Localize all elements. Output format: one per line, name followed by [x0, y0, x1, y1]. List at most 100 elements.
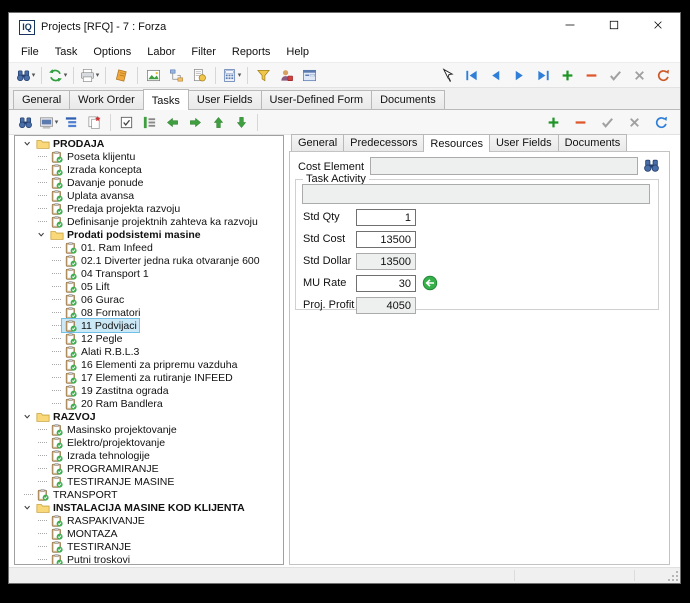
tree-item-08-formatori[interactable]: 08 Formatori — [15, 306, 283, 319]
levels-button[interactable] — [61, 112, 82, 132]
nav-prev-button[interactable] — [485, 65, 506, 85]
cancel-button[interactable] — [624, 112, 645, 132]
main-tab-general[interactable]: General — [13, 90, 70, 109]
menu-item-filter[interactable]: Filter — [183, 43, 223, 61]
calculator-button[interactable]: ▾ — [221, 65, 242, 85]
refresh-blue-button[interactable] — [651, 112, 672, 132]
chevron-down-icon[interactable] — [35, 229, 48, 240]
find-button[interactable] — [15, 112, 36, 132]
indent-button[interactable] — [139, 112, 160, 132]
tree-item-davanje-ponude[interactable]: Davanje ponude — [15, 176, 283, 189]
move-down-button[interactable] — [231, 112, 252, 132]
tree-item-uplata-avansa[interactable]: Uplata avansa — [15, 189, 283, 202]
menu-item-help[interactable]: Help — [278, 43, 317, 61]
menu-item-file[interactable]: File — [13, 43, 47, 61]
detail-tab-resources[interactable]: Resources — [423, 134, 490, 152]
main-tab-user-fields[interactable]: User Fields — [188, 90, 262, 109]
tree-item-putni-troskovi[interactable]: Putni troskovi — [15, 553, 283, 565]
move-left-button[interactable] — [162, 112, 183, 132]
tree-item-testiranje[interactable]: TESTIRANJE — [15, 540, 283, 553]
nav-next-button[interactable] — [509, 65, 530, 85]
tree-item-transport[interactable]: TRANSPORT — [15, 488, 283, 501]
chevron-down-icon[interactable] — [21, 502, 34, 513]
workflow-button[interactable] — [166, 65, 187, 85]
tree-item-raspakivanje[interactable]: RASPAKIVANJE — [15, 514, 283, 527]
detail-tab-general[interactable]: General — [291, 134, 344, 151]
cancel-button[interactable] — [629, 65, 650, 85]
tree-item-predaja-projekta-razvoju[interactable]: Predaja projekta razvoju — [15, 202, 283, 215]
cost-element-search-button[interactable] — [643, 157, 660, 179]
tree-item-19-zastitna-ograda[interactable]: 19 Zastitna ograda — [15, 384, 283, 397]
tree-item-04-transport-1[interactable]: 04 Transport 1 — [15, 267, 283, 280]
menu-item-reports[interactable]: Reports — [224, 43, 279, 61]
detail-tab-user-fields[interactable]: User Fields — [489, 134, 559, 151]
task-activity-field[interactable] — [302, 184, 650, 204]
tree-item-05-lift[interactable]: 05 Lift — [15, 280, 283, 293]
tree-item-izrada-koncepta[interactable]: Izrada koncepta — [15, 163, 283, 176]
accept-button[interactable] — [605, 65, 626, 85]
minimize-button[interactable] — [548, 13, 592, 41]
chevron-down-icon[interactable] — [21, 411, 34, 422]
tree-item-prodati-podsistemi-masine[interactable]: Prodati podsistemi masine — [15, 228, 283, 241]
main-tab-user-defined-form[interactable]: User-Defined Form — [261, 90, 373, 109]
find-button[interactable]: ▾ — [15, 65, 36, 85]
tree-item-16-elementi-za-pripremu-vazduha[interactable]: 16 Elementi za pripremu vazduha — [15, 358, 283, 371]
tree-item-02-1-diverter-jedna-ruka-otvaranje-600[interactable]: 02.1 Diverter jedna ruka otvaranje 600 — [15, 254, 283, 267]
remove-button[interactable] — [581, 65, 602, 85]
cost-element-field[interactable] — [370, 157, 638, 175]
tree-item-instalacija-masine-kod-klijenta[interactable]: INSTALACIJA MASINE KOD KLIJENTA — [15, 501, 283, 514]
refresh-button[interactable]: ▾ — [47, 65, 68, 85]
copy-task-button[interactable] — [84, 112, 105, 132]
resize-grip[interactable] — [667, 570, 678, 581]
image-button[interactable] — [143, 65, 164, 85]
tree-item-06-gurac[interactable]: 06 Gurac — [15, 293, 283, 306]
std-qty-field[interactable]: 1 — [356, 209, 416, 226]
chevron-down-icon[interactable] — [21, 138, 34, 149]
menu-item-task[interactable]: Task — [47, 43, 86, 61]
tree-item-masinsko-projektovanje[interactable]: Masinsko projektovanje — [15, 423, 283, 436]
tree-item-elektro-projektovanje[interactable]: Elektro/projektovanje — [15, 436, 283, 449]
tree-item-prodaja[interactable]: PRODAJA — [15, 137, 283, 150]
tree-item-razvoj[interactable]: RAZVOJ — [15, 410, 283, 423]
checkbox-button[interactable] — [116, 112, 137, 132]
preview-button[interactable] — [189, 65, 210, 85]
main-tab-work-order[interactable]: Work Order — [69, 90, 144, 109]
tree-item-01-ram-infeed[interactable]: 01. Ram Infeed — [15, 241, 283, 254]
tree-item-20-ram-bandlera[interactable]: 20 Ram Bandlera — [15, 397, 283, 410]
detail-tab-documents[interactable]: Documents — [558, 134, 628, 151]
tree-item-poseta-klijentu[interactable]: Poseta klijentu — [15, 150, 283, 163]
notes-button[interactable] — [111, 65, 132, 85]
std-cost-field[interactable]: 13500 — [356, 231, 416, 248]
print-button[interactable]: ▾ — [79, 65, 100, 85]
tree-item-alati-r-b-l-3[interactable]: Alati R.B.L.3 — [15, 345, 283, 358]
security-button[interactable] — [276, 65, 297, 85]
tree-item-11-podvijaci[interactable]: 11 Podvijaci — [15, 319, 283, 332]
main-tab-documents[interactable]: Documents — [371, 90, 445, 109]
nav-last-button[interactable] — [533, 65, 554, 85]
tree-item-definisanje-projektnih-zahteva-ka-razvoju[interactable]: Definisanje projektnih zahteva ka razvoj… — [15, 215, 283, 228]
apply-rate-button[interactable] — [422, 275, 438, 296]
nav-first-button[interactable] — [461, 65, 482, 85]
tree-item-montaza[interactable]: MONTAZA — [15, 527, 283, 540]
move-right-button[interactable] — [185, 112, 206, 132]
close-button[interactable] — [636, 13, 680, 41]
refresh-record-button[interactable] — [653, 65, 674, 85]
tree-item-programiranje[interactable]: PROGRAMIRANJE — [15, 462, 283, 475]
tree-item-izrada-tehnologije[interactable]: Izrada tehnologije — [15, 449, 283, 462]
menu-item-labor[interactable]: Labor — [139, 43, 183, 61]
remove-button[interactable] — [570, 112, 591, 132]
add-button[interactable] — [557, 65, 578, 85]
tree-item-17-elementi-za-rutiranje-infeed[interactable]: 17 Elementi za rutiranje INFEED — [15, 371, 283, 384]
main-tab-tasks[interactable]: Tasks — [143, 89, 189, 110]
grid-print-button[interactable]: ▾ — [38, 112, 59, 132]
mu-rate-field[interactable]: 30 — [356, 275, 416, 292]
add-button[interactable] — [543, 112, 564, 132]
move-up-button[interactable] — [208, 112, 229, 132]
tree-item-testiranje-masine[interactable]: TESTIRANJE MASINE — [15, 475, 283, 488]
filter-button[interactable] — [253, 65, 274, 85]
tree-item-12-pegle[interactable]: 12 Pegle — [15, 332, 283, 345]
menu-item-options[interactable]: Options — [85, 43, 139, 61]
detail-tab-predecessors[interactable]: Predecessors — [343, 134, 424, 151]
cursor-tool-button[interactable] — [437, 65, 458, 85]
form-button[interactable] — [299, 65, 320, 85]
